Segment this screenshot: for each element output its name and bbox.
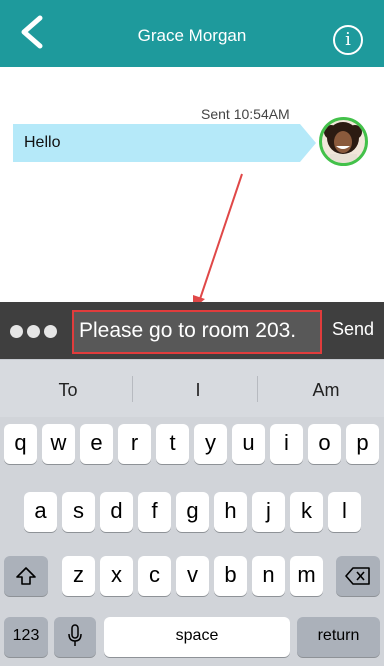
key[interactable]: k [290, 492, 323, 532]
suggestion-item[interactable]: To [38, 380, 98, 401]
key[interactable]: o [308, 424, 341, 464]
suggestion-divider [132, 376, 133, 402]
info-icon[interactable]: i [333, 25, 363, 55]
suggestion-divider [257, 376, 258, 402]
ellipsis-icon[interactable] [10, 316, 60, 346]
message-timestamp: Sent 10:54AM [201, 106, 290, 122]
key[interactable]: i [270, 424, 303, 464]
key[interactable]: h [214, 492, 247, 532]
key[interactable]: d [100, 492, 133, 532]
key[interactable]: z [62, 556, 95, 596]
send-button[interactable]: Send [332, 319, 374, 340]
key[interactable]: s [62, 492, 95, 532]
nav-header: Grace Morgan i [0, 0, 384, 67]
key[interactable]: c [138, 556, 171, 596]
key[interactable]: t [156, 424, 189, 464]
numbers-key[interactable]: 123 [4, 617, 48, 657]
suggestion-item[interactable]: I [168, 380, 228, 401]
key[interactable]: r [118, 424, 151, 464]
conversation-title: Grace Morgan [137, 26, 247, 45]
return-key[interactable]: return [297, 617, 380, 657]
key[interactable]: x [100, 556, 133, 596]
key[interactable]: u [232, 424, 265, 464]
key[interactable]: a [24, 492, 57, 532]
key[interactable]: n [252, 556, 285, 596]
key[interactable]: p [346, 424, 379, 464]
suggestion-item[interactable]: Am [296, 380, 356, 401]
key[interactable]: v [176, 556, 209, 596]
key[interactable]: l [328, 492, 361, 532]
key[interactable]: b [214, 556, 247, 596]
key[interactable]: j [252, 492, 285, 532]
message-bubble-tail [300, 124, 316, 162]
microphone-icon [68, 624, 82, 646]
message-input[interactable]: Please go to room 203. [72, 310, 322, 354]
key[interactable]: m [290, 556, 323, 596]
key[interactable]: q [4, 424, 37, 464]
key[interactable]: f [138, 492, 171, 532]
key[interactable]: g [176, 492, 209, 532]
message-text: Hello [24, 134, 61, 151]
mic-key[interactable] [54, 617, 96, 657]
key[interactable]: e [80, 424, 113, 464]
delete-key[interactable] [336, 556, 380, 596]
shift-key[interactable] [4, 556, 48, 596]
shift-icon [16, 567, 36, 585]
key[interactable]: y [194, 424, 227, 464]
avatar-image [324, 122, 362, 163]
user-avatar[interactable] [319, 117, 368, 166]
key[interactable]: w [42, 424, 75, 464]
backspace-icon [345, 567, 370, 585]
space-key[interactable]: space [104, 617, 290, 657]
